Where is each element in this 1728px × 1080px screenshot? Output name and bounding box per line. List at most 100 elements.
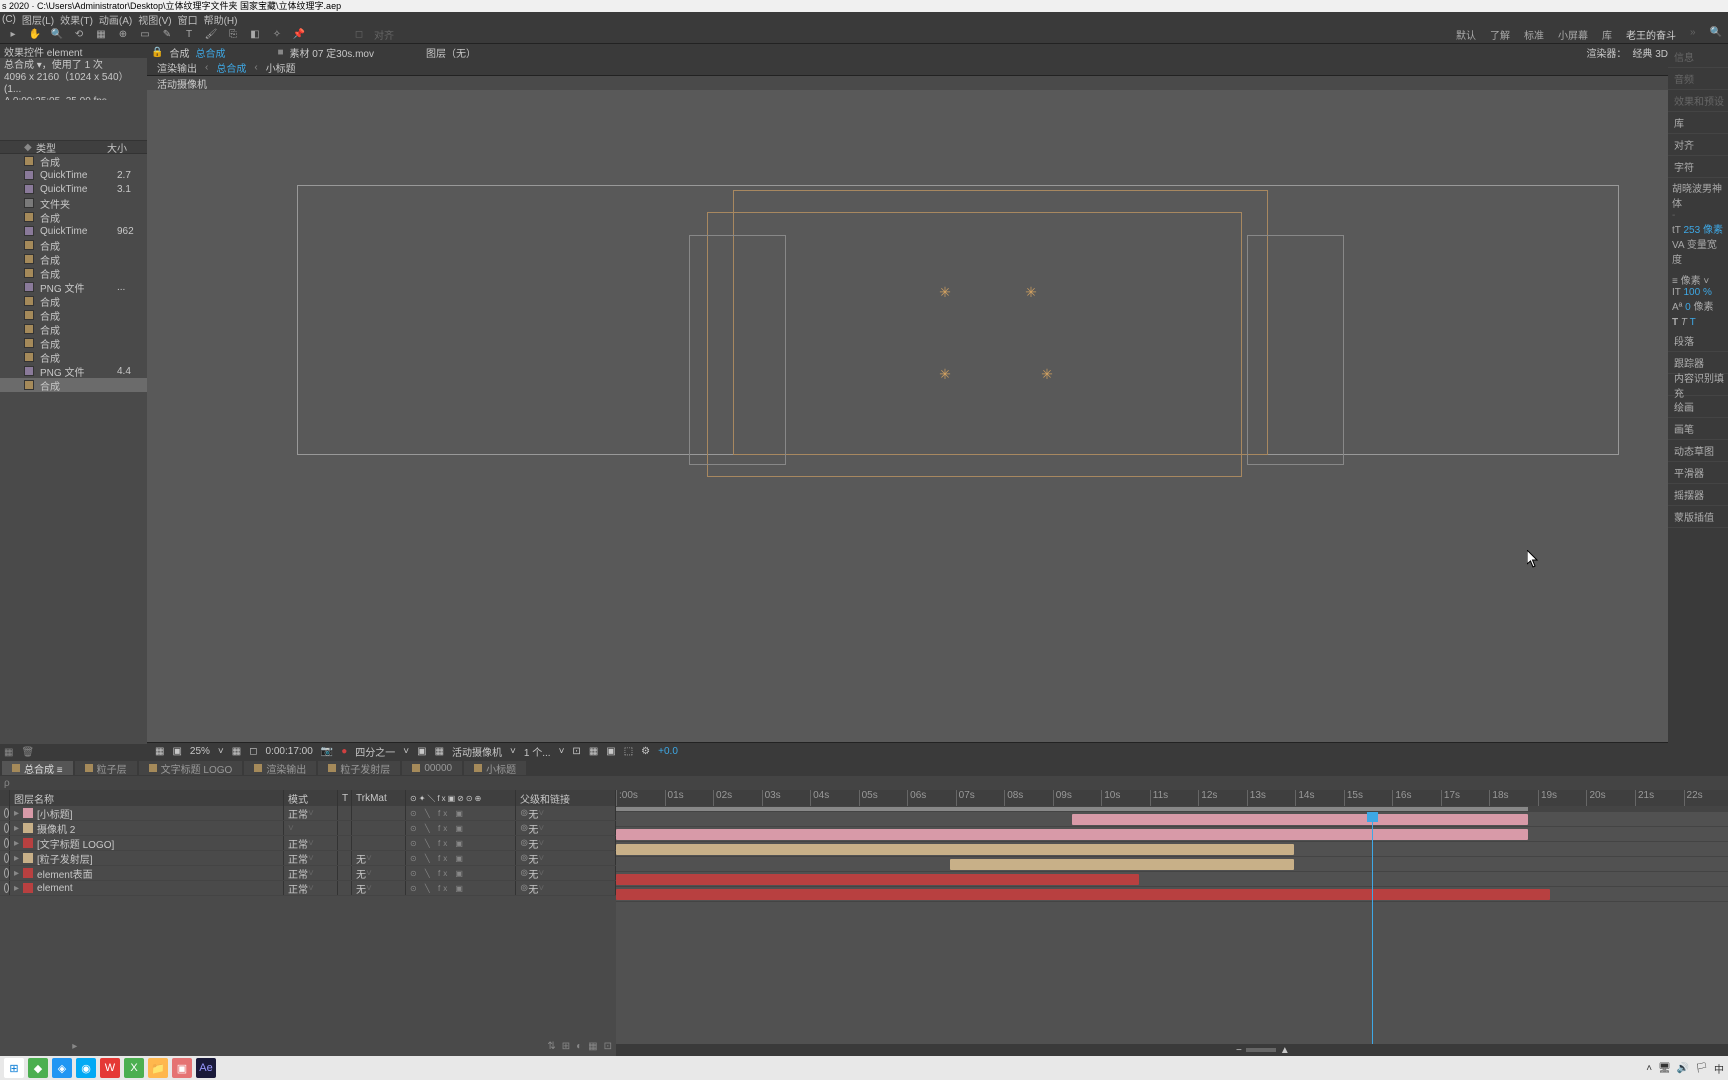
menu-anim[interactable]: 动画(A) bbox=[99, 12, 132, 27]
menu-layer[interactable]: 图层(L) bbox=[22, 12, 54, 27]
menu-comp[interactable]: (C) bbox=[2, 14, 16, 25]
parent[interactable]: 无 bbox=[528, 836, 538, 851]
clone-tool-icon[interactable]: ⎘ bbox=[226, 28, 240, 42]
ws-small[interactable]: 小屏幕 bbox=[1558, 27, 1588, 42]
pen-tool-icon[interactable]: ✎ bbox=[160, 28, 174, 42]
zoom-tool-icon[interactable]: 🔍 bbox=[50, 28, 64, 42]
layer-bar[interactable] bbox=[616, 844, 1294, 855]
project-item[interactable]: 合成 bbox=[0, 210, 147, 224]
font-name[interactable]: 胡晓波男神体 bbox=[1672, 180, 1724, 210]
shape-tool-icon[interactable]: ▭ bbox=[138, 28, 152, 42]
task-app-icon[interactable]: X bbox=[124, 1058, 144, 1078]
project-item[interactable]: 合成 bbox=[0, 308, 147, 322]
work-area-bar[interactable] bbox=[616, 807, 1528, 811]
trkmat[interactable]: 无 bbox=[356, 866, 366, 881]
bin-icon[interactable]: ▦ bbox=[4, 747, 13, 758]
project-item[interactable]: 合成 bbox=[0, 350, 147, 364]
timecode[interactable]: 0:00:17:00 bbox=[266, 746, 313, 757]
ws-more-icon[interactable]: » bbox=[1690, 27, 1696, 42]
twirl-icon[interactable]: ▸ bbox=[14, 838, 19, 849]
project-item[interactable]: 合成 bbox=[0, 238, 147, 252]
res-dropdown-icon[interactable]: ˅ bbox=[403, 746, 409, 757]
col-name[interactable]: 图层名称 bbox=[10, 790, 284, 806]
panel-smooth[interactable]: 平滑器 bbox=[1668, 462, 1728, 484]
layer-bar[interactable] bbox=[950, 859, 1295, 870]
blend-mode[interactable]: 正常 bbox=[288, 806, 308, 821]
blend-mode[interactable]: 正常 bbox=[288, 851, 308, 866]
menu-effect[interactable]: 效果(T) bbox=[60, 12, 93, 27]
lock-icon[interactable]: 🔒 bbox=[151, 47, 163, 58]
parent[interactable]: 无 bbox=[528, 866, 538, 881]
layer-bar[interactable] bbox=[616, 874, 1139, 885]
panel-paint[interactable]: 绘画 bbox=[1668, 396, 1728, 418]
view-icon[interactable]: ⬚ bbox=[624, 746, 633, 757]
timeline-layer-row[interactable]: ▸[文字标题 LOGO] 正常 ˅ ⊙ ╲ fx ▣ ⊚ 无 ˅ bbox=[0, 836, 616, 851]
project-item[interactable]: 文件夹 bbox=[0, 196, 147, 210]
view-icon[interactable]: ⊡ bbox=[572, 746, 580, 757]
panel-para[interactable]: 段落 bbox=[1668, 330, 1728, 352]
project-item[interactable]: 合成 bbox=[0, 322, 147, 336]
renderer-value[interactable]: 经典 3D bbox=[1632, 45, 1668, 60]
flow-4[interactable]: 小标题 bbox=[266, 60, 296, 75]
project-item[interactable]: 合成 bbox=[0, 252, 147, 266]
tl-tab-1[interactable]: 粒子层 bbox=[75, 761, 137, 775]
hand-tool-icon[interactable]: ✋ bbox=[28, 28, 42, 42]
exposure[interactable]: +0.0 bbox=[658, 746, 678, 757]
panel-audio[interactable]: 音频 bbox=[1668, 68, 1728, 90]
project-item[interactable]: 合成 bbox=[0, 266, 147, 280]
zoom-value[interactable]: 25% bbox=[190, 746, 210, 757]
snap-icon[interactable]: ◻ bbox=[352, 28, 366, 42]
cam-dropdown[interactable]: 活动摄像机 bbox=[452, 744, 502, 759]
ws-standard[interactable]: 标准 bbox=[1524, 27, 1544, 42]
flow-0[interactable]: 渲染输出 bbox=[157, 60, 197, 75]
parent[interactable]: 无 bbox=[528, 851, 538, 866]
panel-align[interactable]: 对齐 bbox=[1668, 134, 1728, 156]
menu-window[interactable]: 窗口 bbox=[178, 12, 198, 27]
baseline[interactable]: 0 bbox=[1685, 302, 1691, 313]
panel-wiggle[interactable]: 摇摆器 bbox=[1668, 484, 1728, 506]
rotate-tool-icon[interactable]: ⟲ bbox=[72, 28, 86, 42]
panel-lib[interactable]: 库 bbox=[1668, 112, 1728, 134]
twirl-icon[interactable]: ▸ bbox=[14, 883, 19, 894]
tl-tab-2[interactable]: 文字标题 LOGO bbox=[139, 761, 243, 775]
blend-mode[interactable]: 正常 bbox=[288, 866, 308, 881]
timeline-layer-row[interactable]: ▸[粒子发射层] 正常 ˅ 无 ˅ ⊙ ╲ fx ▣ ⊚ 无 ˅ bbox=[0, 851, 616, 866]
twirl-icon[interactable]: ▸ bbox=[14, 853, 19, 864]
timeline-layer-row[interactable]: ▸element表面 正常 ˅ 无 ˅ ⊙ ╲ fx ▣ ⊚ 无 ˅ bbox=[0, 866, 616, 881]
view-icon[interactable]: ▦ bbox=[589, 746, 598, 757]
parent[interactable]: 无 bbox=[528, 806, 538, 821]
tray-flag-icon[interactable]: 🏳 bbox=[1695, 1063, 1708, 1074]
blend-mode[interactable]: 正常 bbox=[288, 881, 308, 896]
leading[interactable]: 100 % bbox=[1684, 287, 1712, 298]
timeline-layer-row[interactable]: ▸[小标题] 正常 ˅ ⊙ ╲ fx ▣ ⊚ 无 ˅ bbox=[0, 806, 616, 821]
twirl-icon[interactable]: ▸ bbox=[14, 808, 19, 819]
panel-char[interactable]: 字符 bbox=[1668, 156, 1728, 178]
visibility-icon[interactable] bbox=[4, 883, 9, 893]
tl-shy-icon[interactable]: ⊡ bbox=[604, 1041, 612, 1052]
project-item[interactable]: PNG 文件4.4 bbox=[0, 364, 147, 378]
mag-icon2[interactable]: ▣ bbox=[172, 746, 181, 757]
task-app-icon[interactable]: 📁 bbox=[148, 1058, 168, 1078]
cam-dropdown-icon[interactable]: ˅ bbox=[510, 746, 516, 757]
view-icon[interactable]: ⚙ bbox=[641, 746, 650, 757]
col-mode[interactable]: 模式 bbox=[284, 790, 338, 806]
playhead[interactable] bbox=[1372, 812, 1373, 1044]
pickwhip-icon[interactable]: ⊚ bbox=[520, 823, 528, 834]
layer-bar[interactable] bbox=[1072, 814, 1528, 825]
parent[interactable]: 无 bbox=[528, 881, 538, 896]
trkmat[interactable]: 无 bbox=[356, 881, 366, 896]
view-icon[interactable]: ▣ bbox=[606, 746, 615, 757]
tl-toggle-icon[interactable]: ▸ bbox=[72, 1041, 77, 1052]
tray-ime[interactable]: 中 bbox=[1714, 1061, 1724, 1076]
trans-grid-icon[interactable]: ▦ bbox=[435, 746, 444, 757]
visibility-icon[interactable] bbox=[4, 868, 9, 878]
comp-active-name[interactable]: 总合成 bbox=[195, 45, 225, 60]
menu-help[interactable]: 帮助(H) bbox=[204, 12, 238, 27]
zoom-in-icon[interactable]: ▲ bbox=[1280, 1045, 1290, 1056]
project-item[interactable]: PNG 文件... bbox=[0, 280, 147, 294]
time-ruler[interactable]: :00s01s02s03s04s05s06s07s08s09s10s11s12s… bbox=[616, 790, 1728, 806]
twirl-icon[interactable]: ▸ bbox=[14, 823, 19, 834]
visibility-icon[interactable] bbox=[4, 808, 9, 818]
mag-icon[interactable]: ▦ bbox=[155, 746, 164, 757]
search-icon[interactable]: 🔍 bbox=[1710, 27, 1722, 42]
